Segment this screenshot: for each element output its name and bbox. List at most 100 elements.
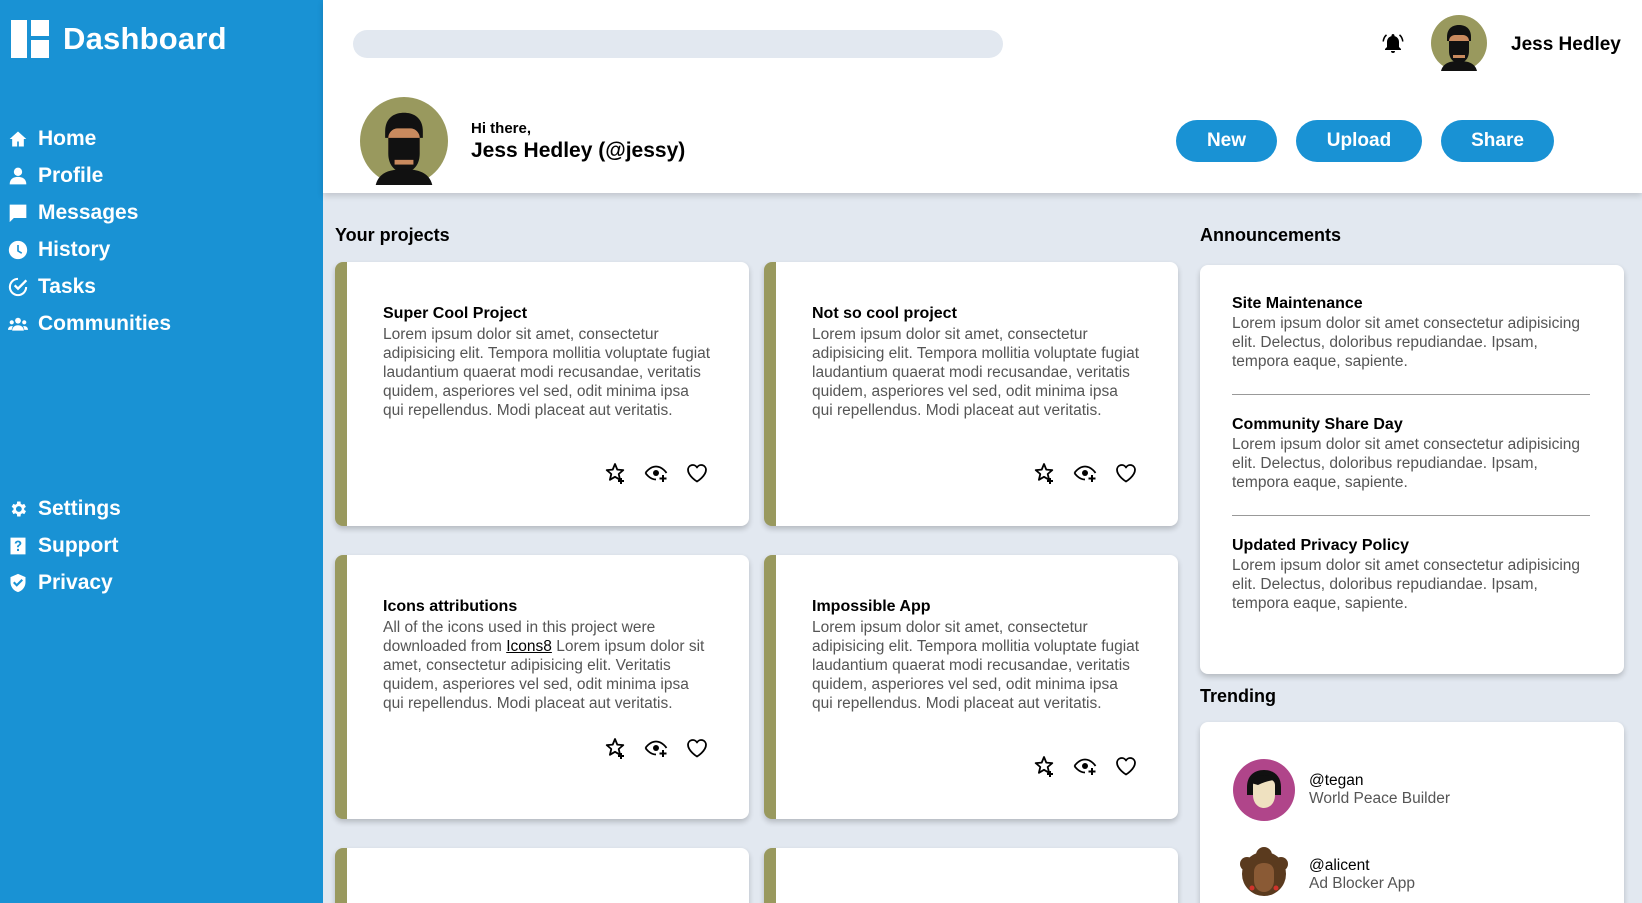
clock-icon <box>8 240 28 260</box>
project-title: Not so cool project <box>812 305 957 322</box>
avatar[interactable] <box>1431 15 1487 71</box>
avatar <box>1233 844 1295 903</box>
trending-handle: @tegan <box>1309 772 1364 789</box>
announcement-title: Site Maintenance <box>1232 295 1363 312</box>
announcement-item[interactable]: Updated Privacy Policy Lorem ipsum dolor… <box>1232 537 1590 613</box>
watch-icon[interactable] <box>1073 461 1097 485</box>
sidebar-item-label: Messages <box>38 200 139 224</box>
trending-heading: Trending <box>1200 686 1276 706</box>
project-card <box>764 848 1178 903</box>
icons8-link[interactable]: Icons8 <box>506 638 552 655</box>
announcement-title: Community Share Day <box>1232 416 1403 433</box>
trending-item[interactable]: @alicent Ad Blocker App <box>1233 844 1415 903</box>
project-actions <box>1032 461 1138 485</box>
brand[interactable]: Dashboard <box>11 20 227 58</box>
announcements-heading: Announcements <box>1200 225 1342 245</box>
announcement-body: Lorem ipsum dolor sit amet consectetur a… <box>1232 436 1581 491</box>
upload-button[interactable]: Upload <box>1296 120 1422 162</box>
project-actions <box>603 461 709 485</box>
trending-panel: @tegan World Peace Builder @alicent Ad B… <box>1200 722 1624 903</box>
gear-icon <box>8 499 28 519</box>
sidebar-item-privacy[interactable]: Privacy <box>8 564 121 601</box>
heart-icon[interactable] <box>685 736 709 760</box>
sidebar-item-label: Home <box>38 126 97 150</box>
sidebar-item-label: History <box>38 237 111 261</box>
project-description: Lorem ipsum dolor sit amet, consectetur … <box>383 326 711 419</box>
trending-project: Ad Blocker App <box>1309 875 1415 892</box>
watch-icon[interactable] <box>644 736 668 760</box>
announcement-item[interactable]: Site Maintenance Lorem ipsum dolor sit a… <box>1232 295 1590 371</box>
sidebar-item-label: Communities <box>38 311 172 335</box>
project-description: Lorem ipsum dolor sit amet, consectetur … <box>812 619 1140 712</box>
star-add-icon[interactable] <box>603 736 627 760</box>
share-button[interactable]: Share <box>1441 120 1554 162</box>
sidebar-nav-secondary: Settings Support Privacy <box>8 490 121 601</box>
project-description: All of the icons used in this project we… <box>383 618 713 713</box>
sidebar-nav-primary: Home Profile Messages History Tasks Comm… <box>8 120 171 342</box>
sidebar-item-messages[interactable]: Messages <box>8 194 171 231</box>
home-icon <box>8 129 28 149</box>
project-actions <box>603 736 709 760</box>
heart-icon[interactable] <box>1114 754 1138 778</box>
sidebar-item-profile[interactable]: Profile <box>8 157 171 194</box>
project-title: Impossible App <box>812 598 931 615</box>
new-button[interactable]: New <box>1176 120 1277 162</box>
avatar <box>1233 759 1295 821</box>
trending-item[interactable]: @tegan World Peace Builder <box>1233 759 1450 821</box>
header-user-name[interactable]: Jess Hedley <box>1511 34 1621 56</box>
user-icon <box>8 166 28 186</box>
announcement-title: Updated Privacy Policy <box>1232 537 1409 554</box>
sidebar-item-label: Tasks <box>38 274 96 298</box>
project-card <box>335 848 749 903</box>
project-card: Not so cool project Lorem ipsum dolor si… <box>764 262 1178 526</box>
project-title: Super Cool Project <box>383 305 528 322</box>
heart-icon[interactable] <box>1114 461 1138 485</box>
sidebar-item-support[interactable]: Support <box>8 527 121 564</box>
projects-heading: Your projects <box>335 225 450 245</box>
trending-text: @alicent Ad Blocker App <box>1309 857 1415 893</box>
star-add-icon[interactable] <box>1032 754 1056 778</box>
sidebar-item-history[interactable]: History <box>8 231 171 268</box>
search-input[interactable] <box>353 30 1003 58</box>
trending-handle: @alicent <box>1309 857 1370 874</box>
help-icon <box>8 536 28 556</box>
divider <box>1232 515 1590 516</box>
message-icon <box>8 203 28 223</box>
header: Jess Hedley Hi there, Jess Hedley (@jess… <box>323 0 1642 193</box>
trending-text: @tegan World Peace Builder <box>1309 772 1450 808</box>
announcement-body: Lorem ipsum dolor sit amet consectetur a… <box>1232 557 1581 612</box>
check-circle-icon <box>8 277 28 297</box>
sidebar: Dashboard Home Profile Messages History … <box>0 0 323 903</box>
announcement-item[interactable]: Community Share Day Lorem ipsum dolor si… <box>1232 416 1590 492</box>
shield-check-icon <box>8 573 28 593</box>
bell-icon[interactable] <box>1381 32 1405 56</box>
sidebar-item-label: Profile <box>38 163 104 187</box>
sidebar-item-home[interactable]: Home <box>8 120 171 157</box>
star-add-icon[interactable] <box>603 461 627 485</box>
project-title: Icons attributions <box>383 598 518 615</box>
brand-title: Dashboard <box>63 21 227 56</box>
project-card: Impossible App Lorem ipsum dolor sit ame… <box>764 555 1178 819</box>
sidebar-item-communities[interactable]: Communities <box>8 305 171 342</box>
sidebar-item-settings[interactable]: Settings <box>8 490 121 527</box>
sidebar-item-label: Privacy <box>38 570 113 594</box>
sidebar-item-label: Support <box>38 533 119 557</box>
announcement-body: Lorem ipsum dolor sit amet consectetur a… <box>1232 315 1581 370</box>
announcements-panel: Site Maintenance Lorem ipsum dolor sit a… <box>1200 265 1624 674</box>
greeting-text: Hi there, <box>471 120 532 137</box>
project-actions <box>1032 754 1138 778</box>
heart-icon[interactable] <box>685 461 709 485</box>
divider <box>1232 394 1590 395</box>
group-icon <box>8 314 28 334</box>
profile-avatar <box>360 97 448 185</box>
sidebar-item-label: Settings <box>38 496 121 520</box>
sidebar-item-tasks[interactable]: Tasks <box>8 268 171 305</box>
watch-icon[interactable] <box>644 461 668 485</box>
watch-icon[interactable] <box>1073 754 1097 778</box>
project-card: Icons attributions All of the icons used… <box>335 555 749 819</box>
project-description: Lorem ipsum dolor sit amet, consectetur … <box>812 326 1140 419</box>
star-add-icon[interactable] <box>1032 461 1056 485</box>
profile-display-name: Jess Hedley (@jessy) <box>471 139 686 162</box>
project-card: Super Cool Project Lorem ipsum dolor sit… <box>335 262 749 526</box>
dashboard-logo-icon <box>11 20 49 58</box>
